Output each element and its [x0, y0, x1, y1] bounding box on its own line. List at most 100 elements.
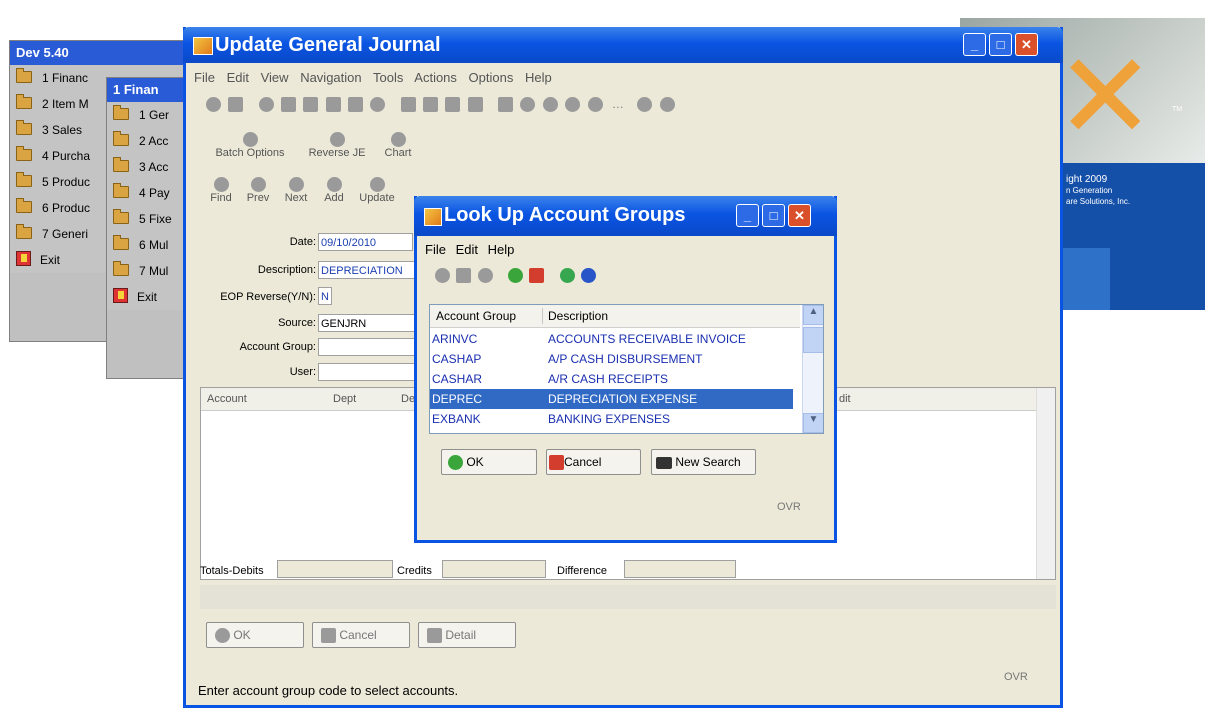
chart-button[interactable]: Chart — [378, 132, 418, 159]
user-field[interactable] — [318, 363, 416, 381]
next-button[interactable]: Next — [282, 177, 310, 204]
down-icon[interactable] — [520, 97, 536, 113]
menu-view[interactable]: View — [261, 70, 289, 85]
check-icon[interactable] — [258, 97, 274, 113]
search-icon[interactable] — [370, 97, 386, 113]
list-item-selected[interactable]: DEPREC DEPRECIATION EXPENSE — [430, 389, 793, 409]
copy-icon[interactable] — [303, 97, 319, 113]
clock-icon[interactable] — [435, 268, 450, 284]
col-description[interactable]: Description — [548, 305, 608, 327]
help-icon[interactable] — [581, 268, 597, 284]
cancel-icon[interactable] — [529, 268, 545, 284]
document-icon[interactable] — [423, 97, 439, 113]
grid-scrollbar[interactable] — [1036, 388, 1055, 579]
cancel-button[interactable]: Cancel — [312, 622, 410, 648]
menu-item-6[interactable]: 6 Mul — [107, 232, 189, 258]
up-icon[interactable] — [542, 97, 558, 113]
maximize-icon[interactable]: □ — [989, 33, 1012, 56]
print-icon[interactable] — [228, 97, 244, 113]
menu-options[interactable]: Options — [469, 70, 514, 85]
menu-item-5[interactable]: 5 Fixe — [107, 206, 189, 232]
date-field[interactable]: 09/10/2010 — [318, 233, 413, 251]
plus-icon — [242, 132, 258, 147]
exit-icon — [113, 288, 128, 303]
menu-item-7[interactable]: 7 Mul — [107, 258, 189, 284]
grid-icon[interactable] — [348, 97, 364, 113]
col-account-group[interactable]: Account Group — [436, 305, 516, 327]
check-icon — [448, 455, 463, 471]
status-text: Enter account group code to select accou… — [198, 683, 459, 698]
menu-file[interactable]: File — [425, 242, 446, 257]
scroll-thumb[interactable] — [803, 327, 823, 353]
help-icon[interactable] — [659, 97, 675, 113]
find-button[interactable]: Find — [208, 177, 234, 204]
menu-item-3[interactable]: 3 Acc — [107, 154, 189, 180]
menu-file[interactable]: File — [194, 70, 215, 85]
menu-navigation[interactable]: Navigation — [300, 70, 361, 85]
menu-exit[interactable]: Exit — [107, 284, 189, 310]
chat-icon[interactable] — [587, 97, 603, 113]
scroll-down-icon[interactable]: ▼ — [803, 413, 823, 433]
list-item[interactable]: EXBANK BANKING EXPENSES — [430, 409, 793, 429]
scroll-up-icon[interactable]: ▲ — [803, 305, 823, 325]
folder-icon — [113, 235, 129, 250]
print-icon[interactable] — [456, 268, 472, 284]
web-icon[interactable] — [559, 268, 575, 284]
ok-button[interactable]: OK — [206, 622, 304, 648]
web-icon[interactable] — [637, 97, 653, 113]
prev-button[interactable]: Prev — [244, 177, 272, 204]
menu-actions[interactable]: Actions — [414, 70, 457, 85]
attach-icon[interactable] — [445, 97, 461, 113]
detail-button[interactable]: Detail — [418, 622, 516, 648]
account-group-label: Account Group: — [239, 341, 316, 353]
user-label: User: — [289, 366, 316, 378]
calendar-icon[interactable] — [467, 97, 483, 113]
close-icon[interactable]: ✕ — [1015, 33, 1038, 56]
source-field[interactable]: GENJRN — [318, 314, 416, 332]
description-label: Description: — [257, 264, 316, 276]
maximize-icon[interactable]: □ — [762, 204, 785, 227]
menu-bar: File Edit View Navigation Tools Actions … — [194, 70, 560, 85]
link-icon[interactable] — [565, 97, 581, 113]
list-item[interactable]: ARINVC ACCOUNTS RECEIVABLE INVOICE — [430, 329, 793, 349]
list-item[interactable]: CASHAP A/P CASH DISBURSEMENT — [430, 349, 793, 369]
new-search-button[interactable]: New Search — [651, 449, 756, 475]
menu-item-1[interactable]: 1 Ger — [107, 102, 189, 128]
account-group-list[interactable]: Account Group Description ARINVC ACCOUNTS… — [429, 304, 824, 434]
clock-icon[interactable] — [206, 97, 221, 113]
menu-help[interactable]: Help — [488, 242, 515, 257]
menu-item-4[interactable]: 4 Pay — [107, 180, 189, 206]
minimize-icon[interactable]: _ — [963, 33, 986, 56]
save-icon[interactable] — [400, 97, 416, 113]
close-icon[interactable]: ✕ — [788, 204, 811, 227]
update-button[interactable]: Update — [356, 177, 398, 204]
detail-icon[interactable] — [498, 97, 514, 113]
check-icon[interactable] — [508, 268, 524, 284]
cancel-icon — [549, 455, 564, 471]
menu-edit[interactable]: Edit — [227, 70, 249, 85]
cancel-icon[interactable] — [281, 97, 297, 113]
reverse-je-button[interactable]: Reverse JE — [302, 132, 372, 159]
dialog-toolbar — [435, 268, 597, 288]
menu-tools[interactable]: Tools — [373, 70, 403, 85]
add-button[interactable]: Add — [320, 177, 348, 204]
menu-help[interactable]: Help — [525, 70, 552, 85]
paste-icon[interactable] — [325, 97, 341, 113]
search-icon[interactable] — [477, 268, 493, 284]
batch-options-button[interactable]: Batch Options — [208, 132, 292, 159]
menu-item-2[interactable]: 2 Acc — [107, 128, 189, 154]
minimize-icon[interactable]: _ — [736, 204, 759, 227]
cancel-button[interactable]: Cancel — [546, 449, 641, 475]
ok-button[interactable]: OK — [441, 449, 537, 475]
list-item[interactable]: CASHAR A/R CASH RECEIPTS — [430, 369, 793, 389]
search-icon — [213, 177, 229, 192]
eop-reverse-field[interactable]: N — [318, 287, 332, 305]
description-field[interactable]: DEPRECIATION — [318, 261, 418, 279]
window-titlebar: Update General Journal _ □ ✕ — [183, 27, 1063, 63]
menu-edit[interactable]: Edit — [456, 242, 478, 257]
window-title: Update General Journal — [215, 34, 441, 56]
account-group-field[interactable] — [318, 338, 416, 356]
list-header: Account Group Description — [430, 305, 800, 328]
list-scrollbar[interactable]: ▲ ▼ — [802, 305, 823, 433]
list-rows: ARINVC ACCOUNTS RECEIVABLE INVOICE CASHAP… — [430, 329, 793, 429]
